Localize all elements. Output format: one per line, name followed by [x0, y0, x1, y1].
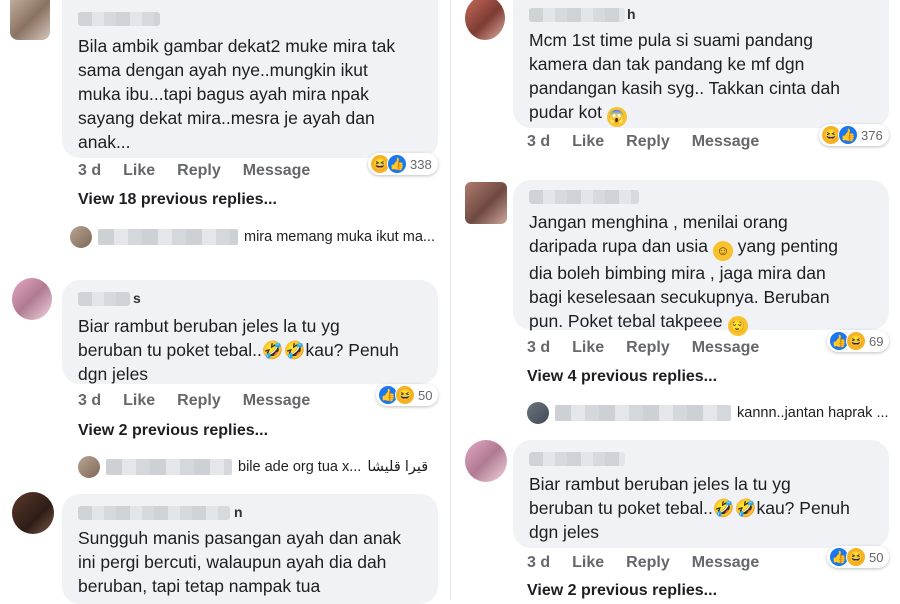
reaction-summary[interactable]: 😆 👍 338: [368, 153, 438, 175]
commenter-avatar[interactable]: [12, 278, 52, 320]
comment-time[interactable]: 3 d: [527, 339, 550, 357]
reply-avatar: [78, 456, 100, 478]
like-icon: 👍: [387, 154, 407, 174]
comment-line-text: pun. Poket tebal takpeee: [529, 311, 723, 331]
comment-text: Mcm 1st time pula si suami pandang kamer…: [529, 28, 889, 127]
haha-icon: 😆: [846, 331, 866, 351]
comment-text: Jangan menghina , menilai orang daripada…: [529, 210, 889, 336]
reply-avatar: [70, 226, 92, 248]
reaction-count: 50: [869, 549, 884, 565]
reaction-count: 338: [410, 156, 432, 172]
commenter-name[interactable]: [529, 8, 625, 22]
reaction-summary[interactable]: 👍 😆 50: [827, 546, 890, 568]
commenter-name-tail: n: [234, 504, 243, 520]
left-comments-column: Bila ambik gambar dekat2 muke mira tak s…: [0, 0, 450, 604]
reply-button[interactable]: Reply: [626, 133, 670, 151]
comment-actions: 3 d Like Reply Message: [78, 392, 310, 410]
comment-text: Biar rambut beruban jeles la tu yg berub…: [78, 314, 438, 386]
reply-author-arabic: قيرا قليشا: [367, 459, 429, 475]
reaction-summary[interactable]: 👍 😆 50: [376, 384, 439, 406]
shock-icon: 😱: [606, 107, 627, 127]
view-previous-replies-link[interactable]: View 4 previous replies...: [527, 368, 717, 386]
like-button[interactable]: Like: [123, 392, 155, 410]
comment-text: Bila ambik gambar dekat2 muke mira tak s…: [78, 36, 396, 152]
reaction-summary[interactable]: 👍 😆 69: [827, 330, 890, 352]
commenter-name[interactable]: [78, 12, 160, 26]
reply-avatar: [527, 402, 549, 424]
reply-author-name: [555, 405, 731, 421]
commenter-name[interactable]: [78, 506, 230, 520]
commenter-name-tail: h: [627, 6, 636, 22]
comment-actions: 3 d Like Reply Message: [527, 339, 759, 357]
message-button[interactable]: Message: [243, 162, 311, 180]
reaction-count: 50: [418, 387, 433, 403]
comment-actions: 3 d Like Reply Message: [78, 162, 310, 180]
comment-time[interactable]: 3 d: [78, 162, 101, 180]
reply-button[interactable]: Reply: [626, 339, 670, 357]
like-button[interactable]: Like: [572, 133, 604, 151]
reply-button[interactable]: Reply: [626, 554, 670, 572]
commenter-name[interactable]: [529, 190, 639, 204]
view-previous-replies-link[interactable]: View 2 previous replies...: [527, 582, 717, 600]
reaction-count: 69: [869, 333, 884, 349]
message-button[interactable]: Message: [692, 554, 760, 572]
message-button[interactable]: Message: [243, 392, 311, 410]
reply-button[interactable]: Reply: [177, 162, 221, 180]
haha-icon: 😆: [395, 385, 415, 405]
message-button[interactable]: Message: [692, 133, 760, 151]
commenter-avatar[interactable]: [465, 182, 507, 224]
commenter-avatar[interactable]: [12, 492, 54, 534]
commenter-name[interactable]: [529, 452, 625, 466]
reply-author-name: [106, 459, 232, 475]
reply-preview-text: mira memang muka ikut ma...: [244, 229, 435, 245]
commenter-name-tail: s: [133, 290, 141, 306]
message-button[interactable]: Message: [692, 339, 760, 357]
comment-time[interactable]: 3 d: [78, 392, 101, 410]
like-icon: 👍: [838, 125, 858, 145]
relieved-icon: 😌: [727, 316, 748, 336]
comment-line: dia boleh bimbing mira , jaga mira dan: [529, 263, 826, 283]
like-button[interactable]: Like: [572, 339, 604, 357]
view-previous-replies-link[interactable]: View 18 previous replies...: [78, 191, 277, 209]
view-previous-replies-link[interactable]: View 2 previous replies...: [78, 422, 268, 440]
reply-preview[interactable]: kannn..jantan haprak ...: [527, 401, 889, 425]
comment-time[interactable]: 3 d: [527, 133, 550, 151]
comment-line: bagi keselesaan secukupnya. Beruban: [529, 287, 830, 307]
commenter-avatar[interactable]: [465, 440, 507, 482]
reply-preview[interactable]: bile ade org tua x... قيرا قليشا: [78, 455, 428, 479]
comment-line-text: yang penting: [737, 236, 839, 256]
commenter-avatar[interactable]: [10, 0, 50, 40]
reaction-count: 376: [861, 127, 883, 143]
comment-line-2: daripada rupa dan usia ☺ yang penting: [529, 234, 889, 261]
right-comments-column: h Mcm 1st time pula si suami pandang kam…: [450, 0, 900, 600]
comment-line: Jangan menghina , menilai orang: [529, 212, 788, 232]
reply-preview[interactable]: mira memang muka ikut ma...: [70, 225, 435, 249]
commenter-name[interactable]: [78, 292, 130, 306]
reply-button[interactable]: Reply: [177, 392, 221, 410]
commenter-avatar[interactable]: [465, 0, 505, 40]
comment-text-content: Mcm 1st time pula si suami pandang kamer…: [529, 30, 841, 122]
haha-icon: 😆: [846, 547, 866, 567]
reply-preview-text: bile ade org tua x...: [238, 459, 362, 475]
comment-actions: 3 d Like Reply Message: [527, 554, 759, 572]
comment-text-content: Biar rambut beruban jeles la tu yg berub…: [78, 316, 399, 384]
reply-preview-text: kannn..jantan haprak ...: [737, 405, 889, 421]
smile-icon: ☺: [712, 241, 733, 261]
like-button[interactable]: Like: [572, 554, 604, 572]
comment-line-text: daripada rupa dan usia: [529, 236, 709, 256]
comment-text: Sungguh manis pasangan ayah dan anak ini…: [78, 528, 402, 596]
comment-text: Biar rambut beruban jeles la tu yg berub…: [529, 474, 850, 542]
like-button[interactable]: Like: [123, 162, 155, 180]
reply-author-name: [98, 229, 238, 245]
comment-actions: 3 d Like Reply Message: [527, 133, 759, 151]
comment-time[interactable]: 3 d: [527, 554, 550, 572]
reaction-summary[interactable]: 😆 👍 376: [819, 124, 889, 146]
